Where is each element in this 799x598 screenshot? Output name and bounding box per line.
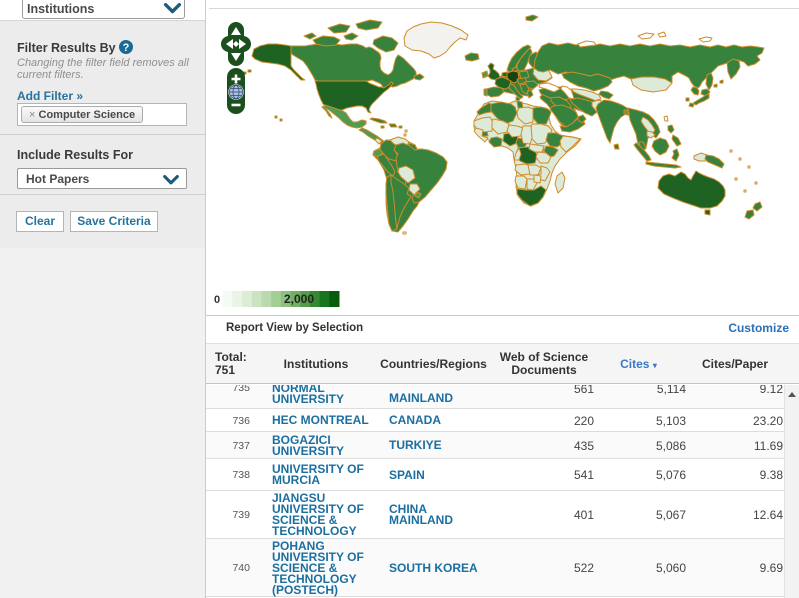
svg-text:0: 0 bbox=[214, 294, 220, 306]
svg-text:2,000: 2,000 bbox=[284, 292, 314, 306]
